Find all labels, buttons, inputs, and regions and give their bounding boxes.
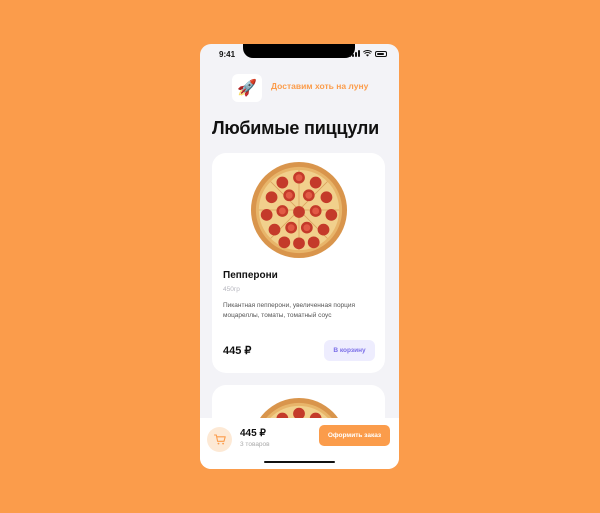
page-title: Любимые пиццули bbox=[212, 118, 379, 138]
status-icons bbox=[349, 50, 387, 57]
status-time: 9:41 bbox=[219, 50, 236, 59]
notch bbox=[243, 44, 355, 58]
wifi-icon bbox=[363, 50, 372, 57]
product-price: 445 ₽ bbox=[223, 345, 252, 357]
product-description: Пикантная пепперони, увеличенная порция … bbox=[223, 302, 356, 319]
product-weight: 450гр bbox=[223, 286, 240, 293]
rocket-logo-icon: 🚀 bbox=[232, 74, 262, 102]
product-name: Пепперони bbox=[223, 270, 278, 281]
cart-total: 445 ₽ bbox=[240, 428, 266, 439]
cart-bar: 445 ₽ 3 товаров Оформить заказ bbox=[200, 418, 399, 469]
product-card[interactable]: Пепперони 450гр Пикантная пепперони, уве… bbox=[212, 153, 385, 373]
cart-items-count: 3 товаров bbox=[240, 441, 270, 448]
tagline: Доставим хоть на луну bbox=[271, 81, 369, 91]
signal-icon bbox=[349, 50, 360, 57]
phone-screen: 9:41 🚀 Доставим хоть на луну Любимые пиц… bbox=[200, 44, 399, 469]
cart-icon[interactable] bbox=[207, 427, 232, 452]
battery-icon bbox=[375, 50, 387, 57]
add-to-cart-button[interactable]: В корзину bbox=[324, 340, 375, 361]
home-indicator bbox=[264, 461, 335, 463]
checkout-button[interactable]: Оформить заказ bbox=[319, 425, 390, 446]
pepperoni-pizza-image bbox=[250, 161, 347, 259]
